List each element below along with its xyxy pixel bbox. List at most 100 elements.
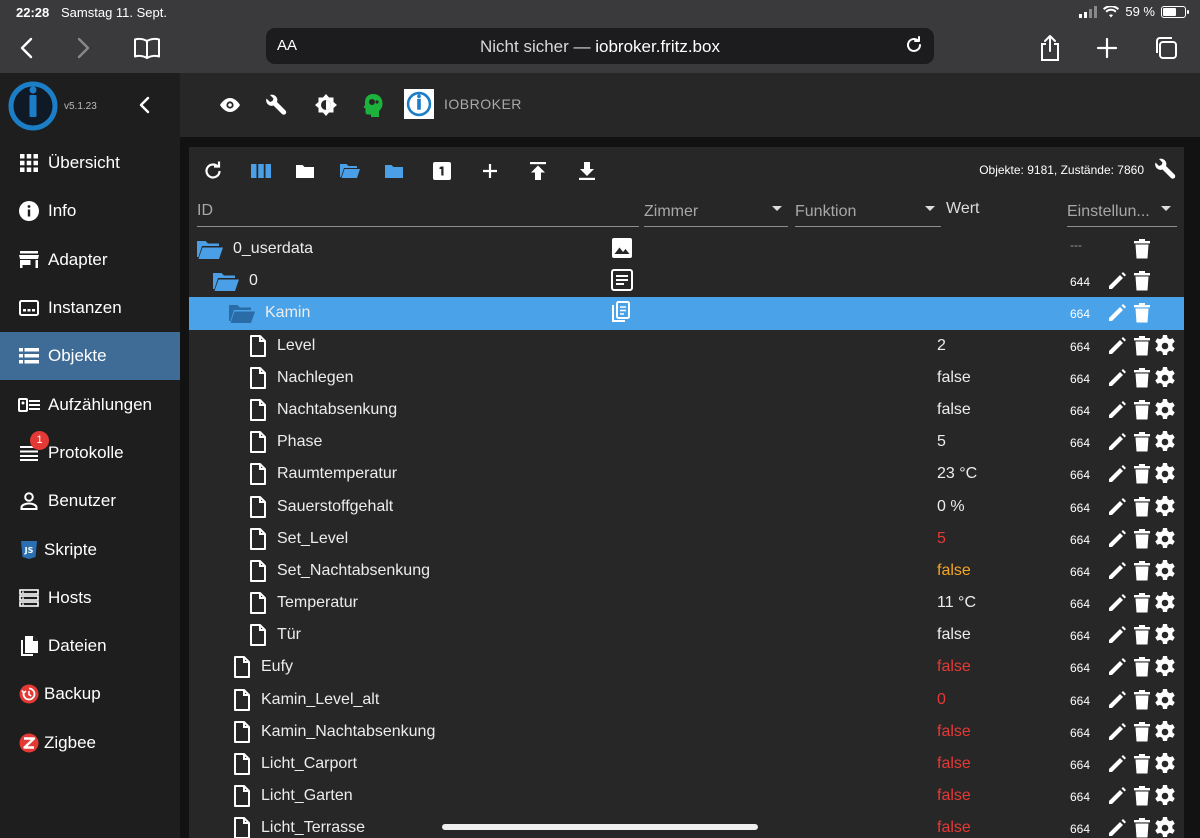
- gear-icon[interactable]: [1154, 334, 1176, 357]
- edit-icon[interactable]: [1106, 560, 1128, 582]
- edit-icon[interactable]: [1106, 367, 1128, 389]
- object-value[interactable]: 2: [937, 337, 946, 355]
- function-filter-select[interactable]: Funktion: [795, 197, 941, 227]
- object-value[interactable]: false: [937, 755, 971, 773]
- gear-icon[interactable]: [1154, 366, 1176, 389]
- gear-icon[interactable]: [1154, 817, 1176, 838]
- new-tab-button[interactable]: [1091, 32, 1123, 64]
- object-value[interactable]: false: [937, 787, 971, 805]
- object-value[interactable]: 5: [937, 433, 946, 451]
- table-row[interactable]: Set_Nachtabsenkung false 664: [189, 555, 1184, 587]
- sidebar-item-skripte[interactable]: JS Skripte: [0, 525, 180, 573]
- delete-icon[interactable]: [1131, 721, 1153, 743]
- refresh-button[interactable]: [201, 159, 225, 183]
- wrench-icon[interactable]: [264, 92, 290, 118]
- back-button[interactable]: [10, 32, 42, 64]
- gear-icon[interactable]: [1154, 463, 1176, 485]
- table-row[interactable]: Kamin_Level_alt 0 664: [189, 684, 1184, 716]
- settings-wrench-button[interactable]: [1154, 157, 1178, 186]
- delete-icon[interactable]: [1131, 560, 1153, 582]
- gear-icon[interactable]: [1154, 527, 1176, 550]
- delete-icon[interactable]: [1131, 689, 1153, 711]
- room-filter-select[interactable]: Zimmer: [644, 197, 788, 227]
- gear-icon[interactable]: [1154, 495, 1176, 518]
- edit-icon[interactable]: [1106, 592, 1128, 614]
- expand-folders-button[interactable]: [338, 159, 362, 183]
- table-row[interactable]: Licht_Carport false 664: [189, 748, 1184, 780]
- reload-button[interactable]: [904, 35, 924, 60]
- edit-icon[interactable]: [1106, 496, 1128, 518]
- address-bar[interactable]: AA Nicht sicher — iobroker.fritz.box: [266, 28, 934, 64]
- delete-icon[interactable]: [1131, 431, 1153, 453]
- table-row[interactable]: Raumtemperatur 23 °C 664: [189, 458, 1184, 490]
- table-row[interactable]: Eufy false 664: [189, 651, 1184, 683]
- table-row[interactable]: Licht_Garten false 664: [189, 780, 1184, 812]
- edit-icon[interactable]: [1106, 528, 1128, 550]
- sidebar-item-hosts[interactable]: Hosts: [0, 574, 180, 622]
- delete-icon[interactable]: [1131, 270, 1153, 292]
- gear-icon[interactable]: [1154, 753, 1176, 775]
- edit-icon[interactable]: [1106, 721, 1128, 743]
- sidebar-item-zigbee[interactable]: Zigbee: [0, 719, 180, 767]
- delete-icon[interactable]: [1131, 624, 1153, 646]
- table-row[interactable]: Set_Level 5 664: [189, 523, 1184, 555]
- collapse-folders-button[interactable]: [382, 159, 406, 183]
- gear-icon[interactable]: [1154, 559, 1176, 582]
- edit-icon[interactable]: [1106, 753, 1128, 775]
- sidebar-item-uebersicht[interactable]: Übersicht: [0, 139, 180, 187]
- columns-button[interactable]: [249, 159, 273, 183]
- edit-icon[interactable]: [1106, 463, 1128, 485]
- folder-open-icon[interactable]: [213, 273, 239, 293]
- object-value[interactable]: false: [937, 401, 971, 419]
- delete-icon[interactable]: [1131, 496, 1153, 518]
- sidebar-item-objekte[interactable]: Objekte: [0, 332, 180, 381]
- upload-button[interactable]: [526, 159, 550, 183]
- brightness-icon[interactable]: [313, 92, 339, 118]
- tabs-button[interactable]: [1150, 32, 1182, 64]
- bookmarks-button[interactable]: [131, 32, 163, 64]
- table-row[interactable]: Tür false 664: [189, 619, 1184, 651]
- table-row[interactable]: Level 2 664: [189, 330, 1184, 362]
- add-object-button[interactable]: [478, 159, 502, 183]
- object-value[interactable]: 0: [937, 691, 946, 709]
- sidebar-item-adapter[interactable]: Adapter: [0, 236, 180, 284]
- delete-icon[interactable]: [1131, 463, 1153, 485]
- object-value[interactable]: false: [937, 819, 971, 837]
- forward-button[interactable]: [68, 32, 100, 64]
- object-value[interactable]: false: [937, 658, 971, 676]
- object-value[interactable]: false: [937, 562, 971, 580]
- copy-icon[interactable]: [611, 301, 631, 328]
- sidebar-item-dateien[interactable]: Dateien: [0, 622, 180, 670]
- gear-icon[interactable]: [1154, 688, 1176, 711]
- table-row[interactable]: Kamin_Nachtabsenkung false 664: [189, 716, 1184, 748]
- settings-filter-select[interactable]: Einstellun...: [1067, 197, 1177, 227]
- folder-button[interactable]: [293, 159, 317, 183]
- object-value[interactable]: false: [937, 369, 971, 387]
- table-row[interactable]: Nachtabsenkung false 664: [189, 394, 1184, 426]
- edit-icon[interactable]: [1106, 656, 1128, 678]
- edit-icon[interactable]: [1106, 689, 1128, 711]
- delete-icon[interactable]: [1131, 367, 1153, 389]
- eye-icon[interactable]: [217, 92, 243, 118]
- share-button[interactable]: [1034, 32, 1066, 64]
- delete-icon[interactable]: [1131, 785, 1153, 807]
- delete-icon[interactable]: [1131, 528, 1153, 550]
- gear-icon[interactable]: [1154, 720, 1176, 743]
- folder-open-icon[interactable]: [197, 241, 223, 261]
- gear-icon[interactable]: [1154, 785, 1176, 807]
- object-value[interactable]: 23 °C: [937, 465, 977, 483]
- table-row[interactable]: Nachlegen false 664: [189, 362, 1184, 394]
- gear-icon[interactable]: [1154, 592, 1176, 614]
- sidebar-item-instanzen[interactable]: Instanzen: [0, 284, 180, 332]
- edit-icon[interactable]: [1106, 335, 1128, 357]
- sidebar-item-backup[interactable]: Backup: [0, 670, 180, 718]
- object-value[interactable]: false: [937, 723, 971, 741]
- object-value[interactable]: 0 %: [937, 498, 965, 516]
- delete-icon[interactable]: [1131, 753, 1153, 775]
- delete-icon[interactable]: [1131, 238, 1153, 260]
- edit-icon[interactable]: [1106, 302, 1128, 324]
- delete-icon[interactable]: [1131, 302, 1153, 324]
- table-row[interactable]: 0 644: [189, 265, 1184, 297]
- article-icon[interactable]: [611, 269, 633, 296]
- image-icon[interactable]: [611, 237, 633, 264]
